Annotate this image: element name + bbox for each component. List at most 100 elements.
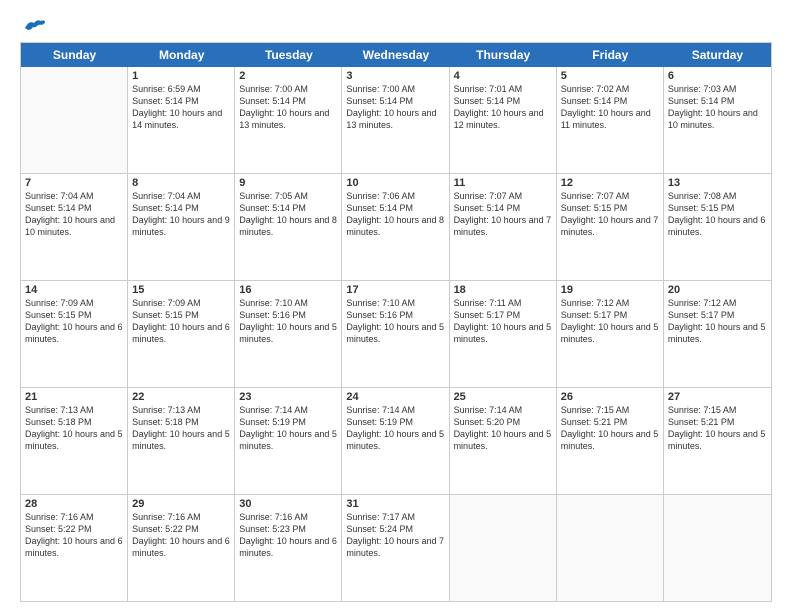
week-row-2: 7Sunrise: 7:04 AMSunset: 5:14 PMDaylight… [21, 174, 771, 281]
day-details: Sunrise: 7:06 AMSunset: 5:14 PMDaylight:… [346, 190, 444, 239]
day-details: Sunrise: 7:14 AMSunset: 5:19 PMDaylight:… [346, 404, 444, 453]
week-row-1: 1Sunrise: 6:59 AMSunset: 5:14 PMDaylight… [21, 67, 771, 174]
day-cell: 14Sunrise: 7:09 AMSunset: 5:15 PMDayligh… [21, 281, 128, 387]
day-cell [664, 495, 771, 601]
day-details: Sunrise: 7:11 AMSunset: 5:17 PMDaylight:… [454, 297, 552, 346]
day-details: Sunrise: 7:10 AMSunset: 5:16 PMDaylight:… [346, 297, 444, 346]
day-cell: 19Sunrise: 7:12 AMSunset: 5:17 PMDayligh… [557, 281, 664, 387]
day-details: Sunrise: 7:00 AMSunset: 5:14 PMDaylight:… [346, 83, 444, 132]
day-number: 18 [454, 284, 552, 296]
day-cell: 20Sunrise: 7:12 AMSunset: 5:17 PMDayligh… [664, 281, 771, 387]
day-cell: 7Sunrise: 7:04 AMSunset: 5:14 PMDaylight… [21, 174, 128, 280]
day-details: Sunrise: 7:10 AMSunset: 5:16 PMDaylight:… [239, 297, 337, 346]
header-sunday: Sunday [21, 43, 128, 67]
day-details: Sunrise: 7:04 AMSunset: 5:14 PMDaylight:… [132, 190, 230, 239]
calendar: Sunday Monday Tuesday Wednesday Thursday… [20, 42, 772, 602]
day-number: 24 [346, 391, 444, 403]
day-details: Sunrise: 7:00 AMSunset: 5:14 PMDaylight:… [239, 83, 337, 132]
day-number: 2 [239, 70, 337, 82]
day-details: Sunrise: 7:01 AMSunset: 5:14 PMDaylight:… [454, 83, 552, 132]
header-tuesday: Tuesday [235, 43, 342, 67]
day-cell: 22Sunrise: 7:13 AMSunset: 5:18 PMDayligh… [128, 388, 235, 494]
day-cell: 28Sunrise: 7:16 AMSunset: 5:22 PMDayligh… [21, 495, 128, 601]
day-number: 11 [454, 177, 552, 189]
day-number: 8 [132, 177, 230, 189]
day-details: Sunrise: 7:16 AMSunset: 5:23 PMDaylight:… [239, 511, 337, 560]
day-details: Sunrise: 7:15 AMSunset: 5:21 PMDaylight:… [561, 404, 659, 453]
day-cell: 10Sunrise: 7:06 AMSunset: 5:14 PMDayligh… [342, 174, 449, 280]
day-details: Sunrise: 7:14 AMSunset: 5:19 PMDaylight:… [239, 404, 337, 453]
day-cell: 13Sunrise: 7:08 AMSunset: 5:15 PMDayligh… [664, 174, 771, 280]
logo-bird-icon [23, 18, 45, 36]
week-row-5: 28Sunrise: 7:16 AMSunset: 5:22 PMDayligh… [21, 495, 771, 601]
day-details: Sunrise: 6:59 AMSunset: 5:14 PMDaylight:… [132, 83, 230, 132]
day-cell: 25Sunrise: 7:14 AMSunset: 5:20 PMDayligh… [450, 388, 557, 494]
day-details: Sunrise: 7:07 AMSunset: 5:14 PMDaylight:… [454, 190, 552, 239]
header [20, 18, 772, 34]
day-details: Sunrise: 7:07 AMSunset: 5:15 PMDaylight:… [561, 190, 659, 239]
day-cell: 3Sunrise: 7:00 AMSunset: 5:14 PMDaylight… [342, 67, 449, 173]
day-cell: 21Sunrise: 7:13 AMSunset: 5:18 PMDayligh… [21, 388, 128, 494]
day-cell: 30Sunrise: 7:16 AMSunset: 5:23 PMDayligh… [235, 495, 342, 601]
calendar-header: Sunday Monday Tuesday Wednesday Thursday… [21, 43, 771, 67]
day-cell: 8Sunrise: 7:04 AMSunset: 5:14 PMDaylight… [128, 174, 235, 280]
day-number: 16 [239, 284, 337, 296]
day-number: 23 [239, 391, 337, 403]
day-cell: 31Sunrise: 7:17 AMSunset: 5:24 PMDayligh… [342, 495, 449, 601]
day-number: 12 [561, 177, 659, 189]
week-row-3: 14 Sunrise: 7:09 AMSunset: 5:15 PMDayligh… [21, 281, 771, 388]
day-number: 5 [561, 70, 659, 82]
day-cell: 11Sunrise: 7:07 AMSunset: 5:14 PMDayligh… [450, 174, 557, 280]
day-details: Sunrise: 7:17 AMSunset: 5:24 PMDaylight:… [346, 511, 444, 560]
day-number: 1 [132, 70, 230, 82]
day-cell: 5Sunrise: 7:02 AMSunset: 5:14 PMDaylight… [557, 67, 664, 173]
day-cell: 2Sunrise: 7:00 AMSunset: 5:14 PMDaylight… [235, 67, 342, 173]
header-monday: Monday [128, 43, 235, 67]
day-cell: 23Sunrise: 7:14 AMSunset: 5:19 PMDayligh… [235, 388, 342, 494]
day-cell: 6Sunrise: 7:03 AMSunset: 5:14 PMDaylight… [664, 67, 771, 173]
day-number: 4 [454, 70, 552, 82]
day-cell: 24Sunrise: 7:14 AMSunset: 5:19 PMDayligh… [342, 388, 449, 494]
day-number: 14 [25, 284, 123, 296]
day-number: 21 [25, 391, 123, 403]
day-number: 25 [454, 391, 552, 403]
day-cell: 15Sunrise: 7:09 AMSunset: 5:15 PMDayligh… [128, 281, 235, 387]
day-number: 3 [346, 70, 444, 82]
day-details: Sunrise: 7:02 AMSunset: 5:14 PMDaylight:… [561, 83, 659, 132]
day-number: 26 [561, 391, 659, 403]
day-number: 27 [668, 391, 767, 403]
day-cell: 26Sunrise: 7:15 AMSunset: 5:21 PMDayligh… [557, 388, 664, 494]
week-row-4: 21Sunrise: 7:13 AMSunset: 5:18 PMDayligh… [21, 388, 771, 495]
day-cell: 4Sunrise: 7:01 AMSunset: 5:14 PMDaylight… [450, 67, 557, 173]
day-cell: 9Sunrise: 7:05 AMSunset: 5:14 PMDaylight… [235, 174, 342, 280]
day-number: 6 [668, 70, 767, 82]
day-details: Sunrise: 7:16 AMSunset: 5:22 PMDaylight:… [132, 511, 230, 560]
header-friday: Friday [557, 43, 664, 67]
day-details: Sunrise: 7:09 AMSunset: 5:15 PMDaylight:… [132, 297, 230, 346]
day-details: Sunrise: 7:05 AMSunset: 5:14 PMDaylight:… [239, 190, 337, 239]
day-details: Sunrise: 7:15 AMSunset: 5:21 PMDaylight:… [668, 404, 767, 453]
header-wednesday: Wednesday [342, 43, 449, 67]
day-number: 10 [346, 177, 444, 189]
day-details: Sunrise: 7:13 AMSunset: 5:18 PMDaylight:… [25, 404, 123, 453]
day-number: 19 [561, 284, 659, 296]
day-cell [21, 67, 128, 173]
day-number: 9 [239, 177, 337, 189]
day-details: Sunrise: 7:04 AMSunset: 5:14 PMDaylight:… [25, 190, 123, 239]
day-cell: 16Sunrise: 7:10 AMSunset: 5:16 PMDayligh… [235, 281, 342, 387]
day-cell [557, 495, 664, 601]
day-number: 30 [239, 498, 337, 510]
day-cell: 29Sunrise: 7:16 AMSunset: 5:22 PMDayligh… [128, 495, 235, 601]
day-cell: 12Sunrise: 7:07 AMSunset: 5:15 PMDayligh… [557, 174, 664, 280]
day-cell: 1Sunrise: 6:59 AMSunset: 5:14 PMDaylight… [128, 67, 235, 173]
header-saturday: Saturday [664, 43, 771, 67]
page: Sunday Monday Tuesday Wednesday Thursday… [0, 0, 792, 612]
day-details: Sunrise: 7:13 AMSunset: 5:18 PMDaylight:… [132, 404, 230, 453]
day-cell [450, 495, 557, 601]
day-details: Sunrise: 7:14 AMSunset: 5:20 PMDaylight:… [454, 404, 552, 453]
day-details: Sunrise: 7:12 AMSunset: 5:17 PMDaylight:… [668, 297, 767, 346]
day-details: Sunrise: 7:03 AMSunset: 5:14 PMDaylight:… [668, 83, 767, 132]
day-details: Sunrise: 7:08 AMSunset: 5:15 PMDaylight:… [668, 190, 767, 239]
day-number: 22 [132, 391, 230, 403]
day-details: Sunrise: 7:12 AMSunset: 5:17 PMDaylight:… [561, 297, 659, 346]
